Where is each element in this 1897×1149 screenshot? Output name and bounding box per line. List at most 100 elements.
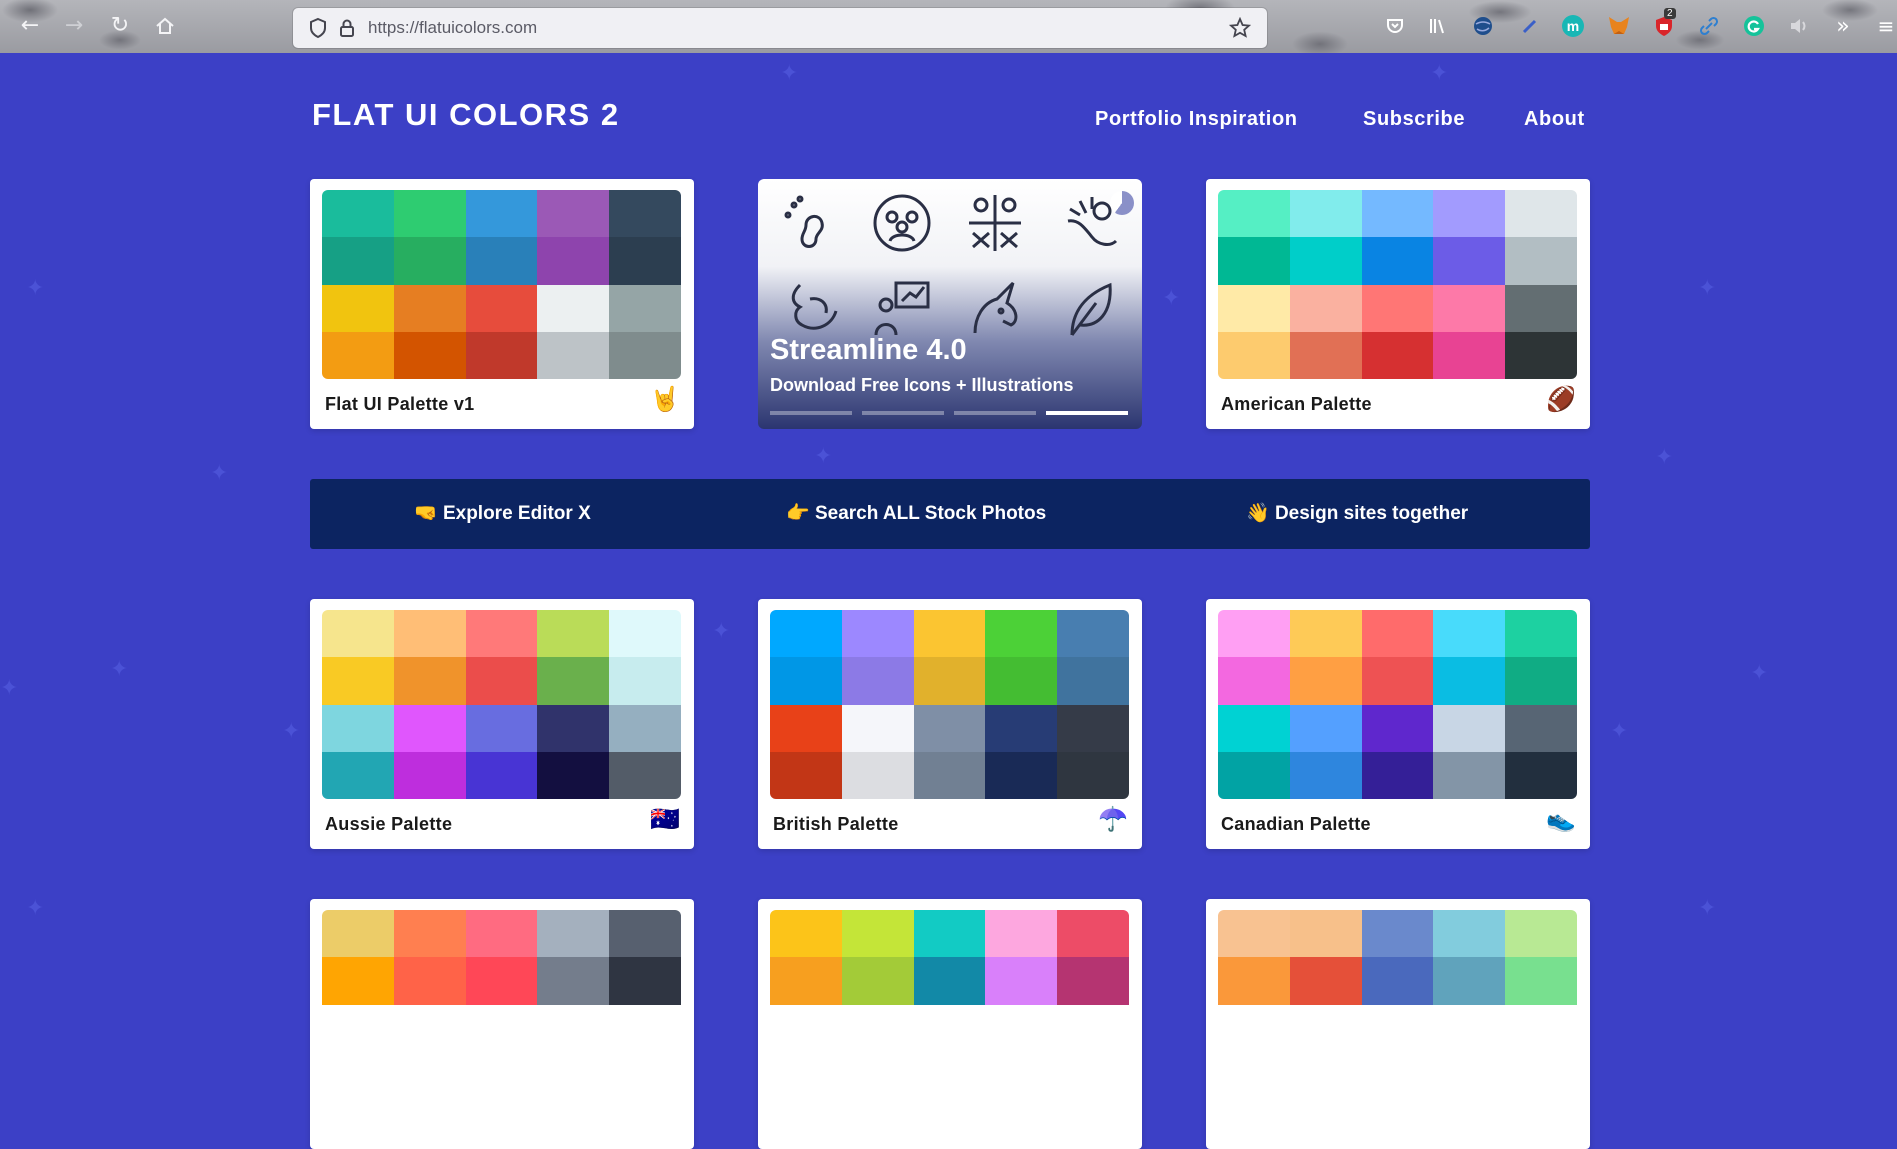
carousel-dot-3[interactable] — [954, 411, 1036, 415]
color-swatch[interactable] — [841, 751, 914, 799]
color-swatch[interactable] — [1289, 704, 1362, 752]
color-swatch[interactable] — [913, 910, 986, 958]
color-swatch[interactable] — [913, 610, 986, 658]
color-swatch[interactable] — [770, 704, 842, 752]
shield-badge-icon[interactable]: 2 — [1652, 8, 1676, 38]
color-swatch[interactable] — [393, 610, 466, 658]
color-swatch[interactable] — [1433, 704, 1506, 752]
color-swatch[interactable] — [1505, 610, 1577, 658]
color-swatch[interactable] — [985, 610, 1058, 658]
color-swatch[interactable] — [770, 610, 842, 658]
palette-card[interactable]: Canadian Palette 👟 — [1206, 599, 1590, 849]
color-swatch[interactable] — [985, 657, 1058, 705]
pocket-icon[interactable] — [1383, 14, 1407, 38]
color-swatch[interactable] — [393, 331, 466, 379]
carousel-dot-4[interactable] — [1046, 411, 1128, 415]
color-swatch[interactable] — [393, 704, 466, 752]
color-swatch[interactable] — [1218, 751, 1290, 799]
color-swatch[interactable] — [537, 751, 610, 799]
color-swatch[interactable] — [1433, 751, 1506, 799]
color-swatch[interactable] — [393, 751, 466, 799]
color-swatch[interactable] — [985, 910, 1058, 958]
speaker-icon[interactable] — [1787, 14, 1811, 38]
palette-card[interactable] — [758, 899, 1142, 1149]
bookmark-star-icon[interactable] — [1229, 17, 1251, 39]
color-swatch[interactable] — [1433, 331, 1506, 379]
color-swatch[interactable] — [609, 704, 681, 752]
color-swatch[interactable] — [537, 284, 610, 332]
color-swatch[interactable] — [1218, 331, 1290, 379]
color-swatch[interactable] — [841, 610, 914, 658]
color-swatch[interactable] — [465, 751, 538, 799]
home-icon[interactable] — [151, 12, 179, 40]
color-swatch[interactable] — [609, 190, 681, 238]
color-swatch[interactable] — [1218, 610, 1290, 658]
color-swatch[interactable] — [609, 331, 681, 379]
color-swatch[interactable] — [770, 657, 842, 705]
color-swatch[interactable] — [1218, 704, 1290, 752]
color-swatch[interactable] — [1289, 284, 1362, 332]
color-swatch[interactable] — [841, 957, 914, 1005]
color-swatch[interactable] — [1505, 910, 1577, 958]
color-swatch[interactable] — [1057, 704, 1129, 752]
color-swatch[interactable] — [1218, 237, 1290, 285]
color-swatch[interactable] — [1361, 957, 1434, 1005]
color-swatch[interactable] — [609, 284, 681, 332]
color-swatch[interactable] — [770, 957, 842, 1005]
site-logo[interactable]: FLAT UI COLORS 2 — [312, 97, 620, 133]
color-swatch[interactable] — [1057, 610, 1129, 658]
url-text[interactable]: https://flatuicolors.com — [368, 18, 537, 38]
overflow-chevrons-icon[interactable]: » — [1831, 14, 1855, 39]
color-swatch[interactable] — [537, 657, 610, 705]
address-bar[interactable]: https://flatuicolors.com — [293, 8, 1267, 48]
nav-about[interactable]: About — [1524, 108, 1585, 131]
color-swatch[interactable] — [1218, 957, 1290, 1005]
color-swatch[interactable] — [1218, 657, 1290, 705]
color-swatch[interactable] — [985, 751, 1058, 799]
color-swatch[interactable] — [1218, 284, 1290, 332]
color-swatch[interactable] — [465, 190, 538, 238]
color-swatch[interactable] — [609, 237, 681, 285]
color-swatch[interactable] — [913, 957, 986, 1005]
reload-icon[interactable]: ↻ — [106, 12, 134, 40]
metamask-fox-icon[interactable] — [1607, 14, 1631, 38]
color-swatch[interactable] — [537, 190, 610, 238]
color-swatch[interactable] — [1289, 331, 1362, 379]
palette-card[interactable] — [1206, 899, 1590, 1149]
color-swatch[interactable] — [1505, 237, 1577, 285]
color-swatch[interactable] — [1361, 657, 1434, 705]
color-swatch[interactable] — [1057, 910, 1129, 958]
color-swatch[interactable] — [1057, 957, 1129, 1005]
color-swatch[interactable] — [1433, 284, 1506, 332]
color-swatch[interactable] — [537, 237, 610, 285]
color-swatch[interactable] — [537, 957, 610, 1005]
carousel-dot-1[interactable] — [770, 411, 852, 415]
color-swatch[interactable] — [1361, 610, 1434, 658]
color-swatch[interactable] — [770, 751, 842, 799]
menu-hamburger-icon[interactable]: ≡ — [1874, 14, 1897, 38]
color-swatch[interactable] — [322, 190, 394, 238]
color-swatch[interactable] — [609, 657, 681, 705]
color-swatch[interactable] — [841, 704, 914, 752]
color-swatch[interactable] — [1505, 751, 1577, 799]
color-swatch[interactable] — [393, 190, 466, 238]
color-swatch[interactable] — [1289, 957, 1362, 1005]
nav-portfolio-inspiration[interactable]: Portfolio Inspiration — [1095, 108, 1298, 131]
promo-design-sites-together[interactable]: 👋 Design sites together — [1246, 501, 1468, 525]
color-swatch[interactable] — [841, 657, 914, 705]
palette-card[interactable]: British Palette ☂️ — [758, 599, 1142, 849]
color-swatch[interactable] — [465, 610, 538, 658]
color-swatch[interactable] — [322, 657, 394, 705]
library-icon[interactable] — [1427, 14, 1451, 38]
color-swatch[interactable] — [393, 657, 466, 705]
nav-subscribe[interactable]: Subscribe — [1363, 108, 1465, 131]
color-swatch[interactable] — [1505, 331, 1577, 379]
color-swatch[interactable] — [1433, 237, 1506, 285]
color-swatch[interactable] — [841, 910, 914, 958]
color-swatch[interactable] — [913, 751, 986, 799]
color-swatch[interactable] — [1218, 190, 1290, 238]
color-swatch[interactable] — [1505, 957, 1577, 1005]
color-swatch[interactable] — [322, 610, 394, 658]
color-swatch[interactable] — [609, 610, 681, 658]
color-swatch[interactable] — [1057, 751, 1129, 799]
